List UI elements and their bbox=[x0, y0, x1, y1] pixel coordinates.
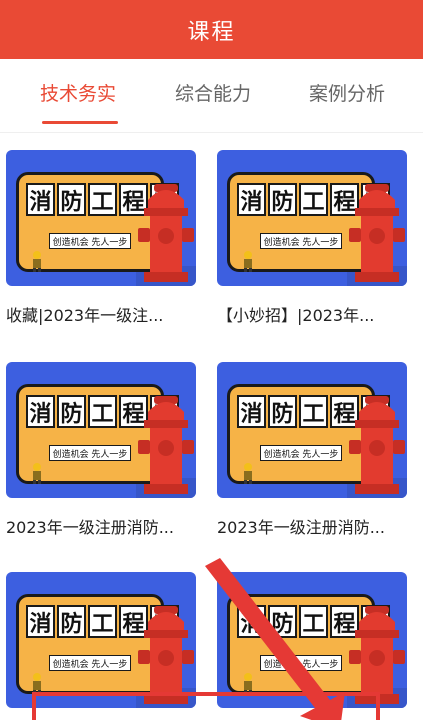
banner-char: 消 bbox=[26, 605, 55, 638]
course-card[interactable]: 消 防 工 程 师 创造机会 先人一步 bbox=[6, 362, 196, 538]
worker-icon bbox=[244, 463, 252, 484]
tab-case-analysis[interactable]: 案例分析 bbox=[309, 79, 385, 106]
course-thumbnail: 消 防 工 程 师 创造机会 先人一步 bbox=[217, 150, 407, 286]
fire-hydrant-icon bbox=[349, 606, 405, 704]
course-card[interactable]: 消 防 工 程 师 创造机会 先人一步 bbox=[217, 572, 407, 720]
banner-char: 防 bbox=[268, 395, 297, 428]
banner-char: 消 bbox=[26, 183, 55, 216]
banner-char: 消 bbox=[237, 605, 266, 638]
banner-subtitle: 创造机会 先人一步 bbox=[260, 655, 342, 671]
worker-icon bbox=[244, 673, 252, 694]
course-title[interactable]: 2023年一级注册消防... bbox=[217, 514, 407, 538]
banner-subtitle: 创造机会 先人一步 bbox=[49, 233, 131, 249]
banner-char: 工 bbox=[299, 395, 328, 428]
fire-hydrant-icon bbox=[138, 606, 194, 704]
banner-char: 防 bbox=[57, 395, 86, 428]
worker-icon bbox=[244, 251, 252, 272]
worker-icon bbox=[33, 463, 41, 484]
tab-technical-practice[interactable]: 技术务实 bbox=[40, 79, 116, 106]
app-header: 课程 bbox=[0, 0, 423, 59]
course-thumbnail: 消 防 工 程 师 创造机会 先人一步 bbox=[6, 362, 196, 498]
banner-subtitle: 创造机会 先人一步 bbox=[260, 233, 342, 249]
course-grid: 消 防 工 程 师 创造机会 先人一步 bbox=[0, 133, 423, 720]
banner-subtitle: 创造机会 先人一步 bbox=[260, 445, 342, 461]
course-thumbnail: 消 防 工 程 师 创造机会 先人一步 bbox=[6, 150, 196, 286]
banner-char: 工 bbox=[88, 183, 117, 216]
fire-hydrant-icon bbox=[138, 396, 194, 494]
course-card[interactable]: 消 防 工 程 师 创造机会 先人一步 bbox=[217, 150, 407, 326]
banner-char: 防 bbox=[57, 605, 86, 638]
banner-char: 防 bbox=[268, 605, 297, 638]
banner-char: 工 bbox=[88, 605, 117, 638]
course-card[interactable]: 消 防 工 程 师 创造机会 先人一步 bbox=[6, 150, 196, 326]
course-title[interactable]: 【小妙招】|2023年... bbox=[217, 302, 407, 326]
tab-comprehensive-ability[interactable]: 综合能力 bbox=[175, 79, 251, 106]
course-card[interactable]: 消 防 工 程 师 创造机会 先人一步 bbox=[6, 572, 196, 720]
tab-bar: 技术务实 综合能力 案例分析 bbox=[0, 59, 423, 133]
fire-hydrant-icon bbox=[349, 184, 405, 282]
banner-subtitle: 创造机会 先人一步 bbox=[49, 445, 131, 461]
banner-subtitle: 创造机会 先人一步 bbox=[49, 655, 131, 671]
banner-char: 消 bbox=[237, 395, 266, 428]
course-thumbnail: 消 防 工 程 师 创造机会 先人一步 bbox=[217, 362, 407, 498]
worker-icon bbox=[33, 251, 41, 272]
active-tab-indicator bbox=[42, 121, 118, 124]
banner-char: 工 bbox=[299, 605, 328, 638]
worker-icon bbox=[33, 673, 41, 694]
banner-char: 工 bbox=[88, 395, 117, 428]
banner-char: 防 bbox=[57, 183, 86, 216]
fire-hydrant-icon bbox=[138, 184, 194, 282]
course-thumbnail: 消 防 工 程 师 创造机会 先人一步 bbox=[6, 572, 196, 708]
banner-char: 工 bbox=[299, 183, 328, 216]
page-title: 课程 bbox=[187, 19, 236, 45]
course-title[interactable]: 收藏|2023年一级注... bbox=[6, 302, 196, 326]
course-thumbnail: 消 防 工 程 师 创造机会 先人一步 bbox=[217, 572, 407, 708]
fire-hydrant-icon bbox=[349, 396, 405, 494]
banner-char: 消 bbox=[237, 183, 266, 216]
course-card[interactable]: 消 防 工 程 师 创造机会 先人一步 bbox=[217, 362, 407, 538]
course-title[interactable]: 2023年一级注册消防... bbox=[6, 514, 196, 538]
banner-char: 消 bbox=[26, 395, 55, 428]
banner-char: 防 bbox=[268, 183, 297, 216]
